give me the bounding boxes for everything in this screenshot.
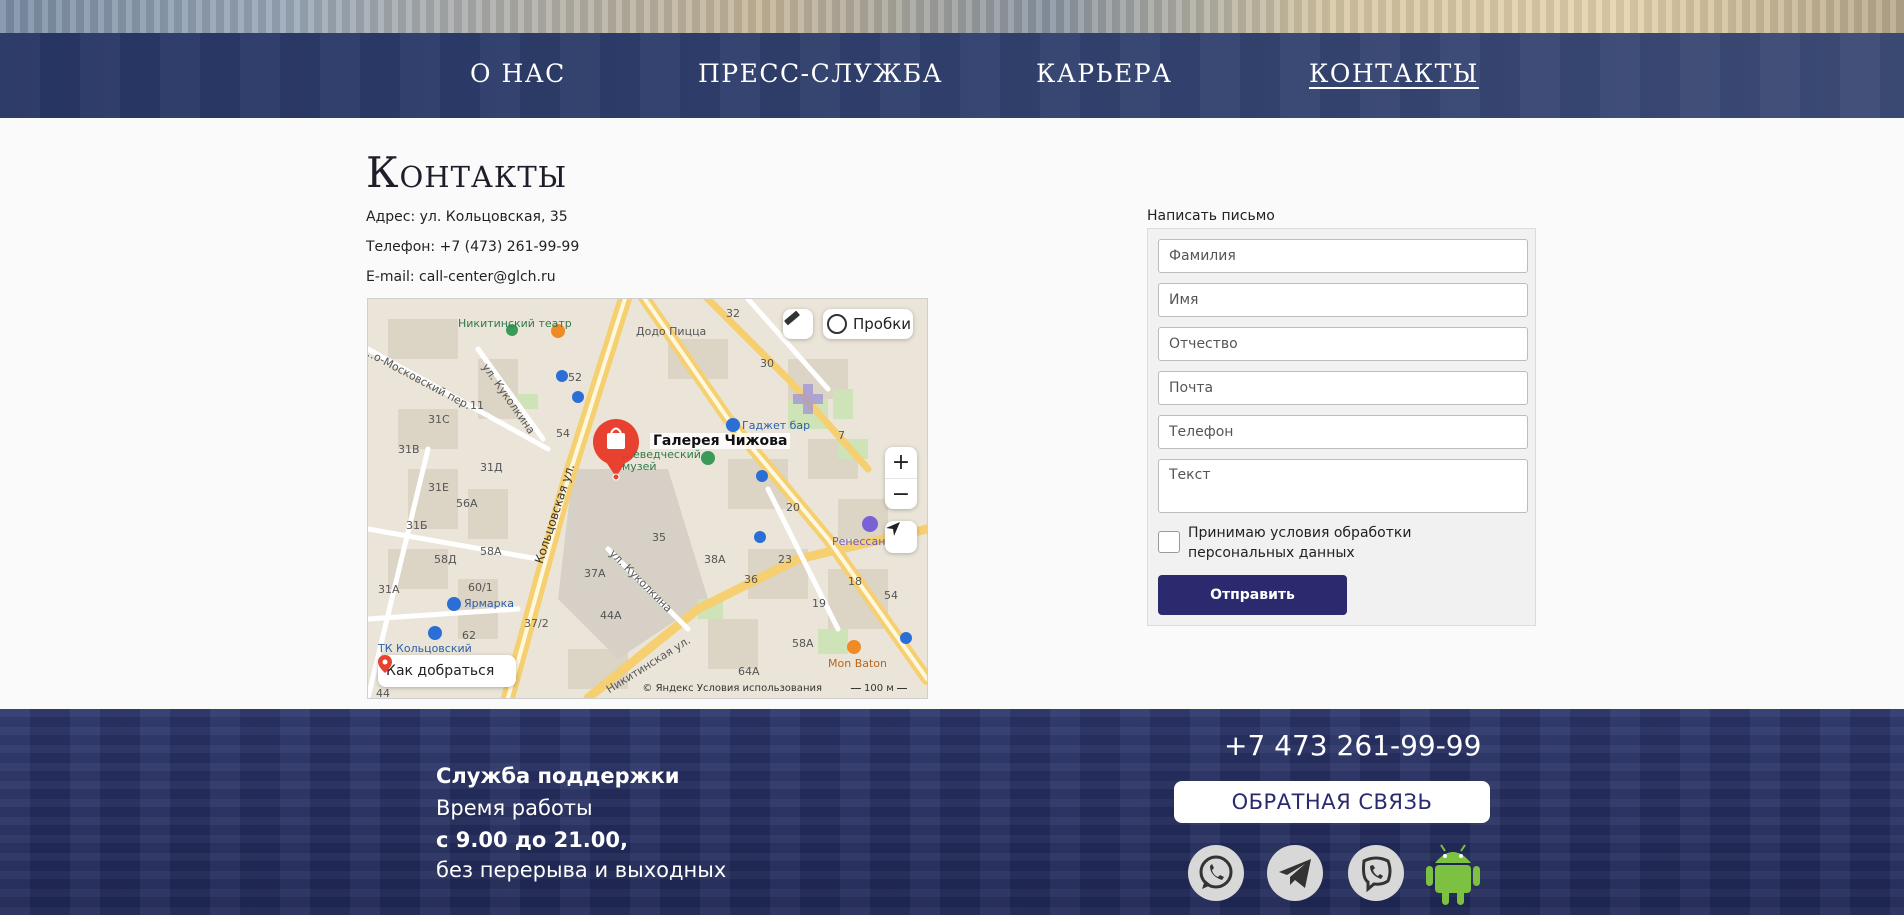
telegram-icon (1279, 859, 1311, 888)
nav-item-contacts[interactable]: КОНТАКТЫ (1309, 56, 1479, 92)
whatsapp-button[interactable] (1188, 845, 1244, 901)
house-number: 56А (456, 497, 478, 510)
address-text: Адрес: ул. Кольцовская, 35 (366, 209, 568, 225)
map-label-museum: …еведческий музей (622, 448, 701, 473)
house-number: 31В (398, 443, 420, 456)
phone-text: Телефон: +7 (473) 261-99-99 (366, 239, 580, 255)
map-canvas (368, 299, 927, 698)
house-number: 7 (838, 429, 845, 442)
house-number: 35 (652, 531, 666, 544)
footer-phone[interactable]: +7 473 261-99-99 (1224, 729, 1481, 762)
traffic-icon (827, 314, 847, 334)
house-number: 60/1 (468, 581, 493, 594)
house-number: 58Д (434, 553, 457, 566)
traffic-label: Пробки (853, 315, 912, 333)
map-label-renaissance: Ренессанс (832, 535, 892, 548)
map-poi-label[interactable]: Галерея Чижова (650, 433, 791, 449)
navigation-arrow-icon (886, 522, 900, 536)
main-nav: О НАС ПРЕСС-СЛУЖБА КАРЬЕРА КОНТАКТЫ (0, 56, 1904, 92)
map-copyright[interactable]: © Яндекс Условия использования (642, 683, 822, 694)
site-footer: Служба поддержки Время работы с 9.00 до … (0, 709, 1904, 915)
ruler-button[interactable] (783, 309, 813, 339)
whatsapp-icon (1199, 855, 1233, 889)
house-number: 18 (848, 575, 862, 588)
house-number: 44 (376, 687, 390, 699)
house-number: 62 (462, 629, 476, 642)
house-number: 44А (600, 609, 622, 622)
email-field[interactable] (1158, 371, 1528, 405)
form-title: Написать письмо (1147, 208, 1275, 224)
header-photo (0, 0, 1904, 33)
house-number: 37/2 (524, 617, 549, 630)
nav-item-press[interactable]: ПРЕСС-СЛУЖБА (698, 56, 943, 92)
house-number: 64А (738, 665, 760, 678)
house-number: 32 (726, 307, 740, 320)
house-number: 52 (568, 371, 582, 384)
firstname-field[interactable] (1158, 283, 1528, 317)
consent-checkbox[interactable] (1158, 531, 1180, 553)
hours-label: Время работы (436, 796, 593, 820)
house-number: 31Б (406, 519, 428, 532)
house-number: 58А (792, 637, 814, 650)
telegram-button[interactable] (1267, 845, 1323, 901)
consent-label: Принимаю условия обработки персональных … (1188, 525, 1412, 561)
map-label-monbaton: Mon Baton (828, 657, 887, 670)
viber-icon (1362, 856, 1392, 893)
site-header: О НАС ПРЕСС-СЛУЖБА КАРЬЕРА КОНТАКТЫ (0, 0, 1904, 118)
map-scale: ⎯⎯ 100 м ⎯⎯ (850, 683, 907, 694)
house-number: 31А (378, 583, 400, 596)
android-icon[interactable] (1425, 841, 1481, 907)
map-label-theatre: Никитинский театр (458, 317, 572, 330)
map-label-tk: ТК Кольцовский (378, 642, 472, 655)
house-number: 31С (428, 413, 450, 426)
days-text: без перерыва и выходных (436, 858, 727, 882)
hours-text: с 9.00 до 21.00, (436, 828, 628, 852)
house-number: 37А (584, 567, 606, 580)
support-title: Служба поддержки (436, 764, 680, 788)
zoom-out-button[interactable]: − (885, 477, 917, 510)
map-label-pizza: Додо Пицца (636, 325, 707, 338)
zoom-control: + − (885, 447, 917, 509)
house-number: 23 (778, 553, 792, 566)
house-number: 30 (760, 357, 774, 370)
house-number: 31Д (480, 461, 503, 474)
yandex-map[interactable]: Никитинский театр Додо Пицца …о-Московск… (367, 298, 928, 699)
map-label-yarmarka: Ярмарка (464, 597, 515, 610)
house-number: 31Е (428, 481, 449, 494)
feedback-button[interactable]: ОБРАТНАЯ СВЯЗЬ (1174, 781, 1490, 823)
house-number: 58А (480, 545, 502, 558)
phone-field[interactable] (1158, 415, 1528, 449)
house-number: 36 (744, 573, 758, 586)
traffic-button[interactable]: Пробки (823, 309, 913, 339)
house-number: 54 (884, 589, 898, 602)
lastname-field[interactable] (1158, 239, 1528, 273)
zoom-in-button[interactable]: + (892, 447, 910, 478)
page-title: Контакты (366, 148, 568, 197)
message-field[interactable] (1158, 459, 1528, 513)
map-label-gadget: Гаджет бар (742, 419, 811, 432)
geolocation-button[interactable] (885, 521, 917, 553)
route-button[interactable]: Как добраться (378, 655, 516, 687)
middlename-field[interactable] (1158, 327, 1528, 361)
house-number: 20 (786, 501, 800, 514)
house-number: 54 (556, 427, 570, 440)
map-scale-label: 100 м (864, 683, 894, 694)
viber-button[interactable] (1348, 845, 1404, 901)
ruler-icon (784, 310, 800, 326)
nav-item-about[interactable]: О НАС (470, 56, 566, 92)
submit-button[interactable]: Отправить (1158, 575, 1347, 615)
email-text: E-mail: call-center@glch.ru (366, 269, 556, 285)
house-number: 19 (812, 597, 826, 610)
route-label: Как добраться (386, 663, 495, 679)
contact-form: Принимаю условия обработки персональных … (1147, 228, 1536, 626)
nav-item-career[interactable]: КАРЬЕРА (1036, 56, 1172, 92)
pin-icon (378, 655, 392, 673)
house-number: 38А (704, 553, 726, 566)
house-number: 11 (470, 399, 484, 412)
